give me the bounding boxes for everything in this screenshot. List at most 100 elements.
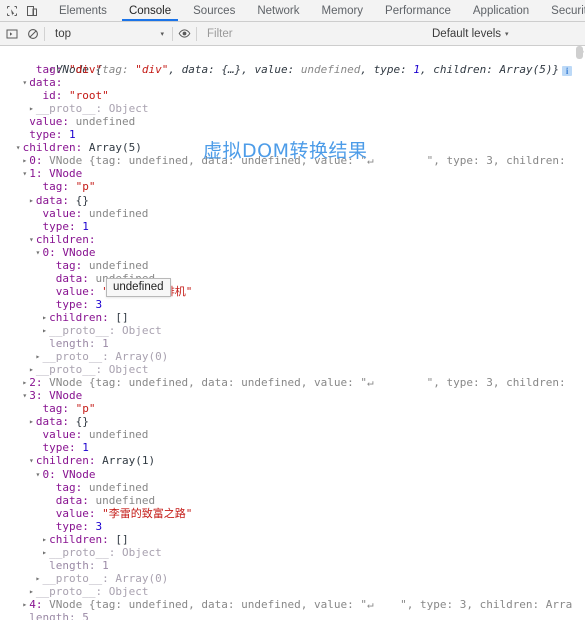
- tab-performance[interactable]: Performance: [374, 0, 462, 21]
- live-expression-eye-icon[interactable]: [178, 27, 191, 40]
- disclosure-triangle-icon[interactable]: ▾: [33, 468, 42, 481]
- tab-network[interactable]: Network: [246, 0, 310, 21]
- console-tree-row[interactable]: data: undefined: [0, 494, 585, 507]
- tree-property-name: __proto__:: [42, 571, 116, 585]
- console-tree-row[interactable]: value: undefined: [0, 428, 585, 441]
- console-tree-row[interactable]: ▸ __proto__: Object: [0, 585, 585, 598]
- console-tree-row[interactable]: length: 1: [0, 559, 585, 572]
- console-output-area[interactable]: ▲ ▾VNode {tag: "div", data: {…}, value: …: [0, 46, 585, 620]
- console-tree-row[interactable]: ▸ data: {}: [0, 194, 585, 207]
- console-tree-row[interactable]: value: undefined: [0, 207, 585, 220]
- console-tree-row[interactable]: ▸ children: []: [0, 533, 585, 546]
- console-tree-row[interactable]: length: 1: [0, 337, 585, 350]
- disclosure-triangle-icon[interactable]: ▾: [27, 454, 36, 467]
- console-tree-row[interactable]: ▸ 2: VNode {tag: undefined, data: undefin…: [0, 376, 585, 389]
- log-levels-label: Default levels: [432, 27, 502, 40]
- console-tree-row[interactable]: value: "韩梅梅的咖啡机": [0, 285, 585, 298]
- log-levels-select[interactable]: Default levels ▾: [432, 28, 512, 40]
- tree-property-value: {}: [75, 415, 89, 429]
- tree-property-name: 0: VNode: [42, 467, 96, 481]
- filter-input[interactable]: Filter: [207, 28, 422, 40]
- console-tree-row[interactable]: value: undefined: [0, 115, 585, 128]
- console-tree-row[interactable]: tag: "p": [0, 180, 585, 193]
- disclosure-triangle-icon[interactable]: ▸: [40, 324, 49, 337]
- console-tree-row[interactable]: length: 5: [0, 611, 585, 620]
- inspect-element-icon[interactable]: [5, 4, 18, 17]
- tree-inline-preview: VNode {tag: undefined, data: undefined, …: [49, 597, 573, 611]
- disclosure-triangle-icon[interactable]: ▾: [14, 141, 23, 154]
- disclosure-triangle-icon[interactable]: ▸: [33, 572, 42, 585]
- console-tree-row[interactable]: ▸ 4: VNode {tag: undefined, data: undefin…: [0, 598, 585, 611]
- console-tree-row[interactable]: ▸ __proto__: Object: [0, 324, 585, 337]
- console-tree-row[interactable]: ▾ 0: VNode: [0, 246, 585, 259]
- filterbar-divider-2: [172, 26, 173, 41]
- disclosure-triangle-icon[interactable]: ▸: [27, 415, 36, 428]
- console-tree-row[interactable]: ▸ __proto__: Object: [0, 102, 585, 115]
- console-tree-row[interactable]: tag: "p": [0, 402, 585, 415]
- console-tree-row[interactable]: value: "李雷的致富之路": [0, 507, 585, 520]
- tab-memory[interactable]: Memory: [311, 0, 375, 21]
- console-log-root[interactable]: ▾ VNode {tag: "div", data: {…}, value: un…: [0, 50, 585, 77]
- tree-property-value: 1: [102, 337, 109, 351]
- console-tree-row[interactable]: type: 3: [0, 520, 585, 533]
- tab-label: Security: [551, 4, 585, 17]
- console-tree-row[interactable]: ▾ 1: VNode: [0, 167, 585, 180]
- console-tree-row[interactable]: ▸ __proto__: Array(0): [0, 572, 585, 585]
- tree-property-name: 1: VNode: [29, 167, 83, 181]
- tab-sources[interactable]: Sources: [182, 0, 246, 21]
- console-tree-row[interactable]: ▾ children:: [0, 233, 585, 246]
- console-tree-row[interactable]: type: 1: [0, 220, 585, 233]
- tab-application[interactable]: Application: [462, 0, 540, 21]
- device-toolbar-icon[interactable]: [25, 4, 38, 17]
- disclosure-triangle-icon[interactable]: ▸: [20, 598, 29, 611]
- disclosure-triangle-icon[interactable]: ▾: [20, 389, 29, 402]
- console-tree-row[interactable]: ▾ 0: VNode: [0, 468, 585, 481]
- console-tree-row[interactable]: ▾ 3: VNode: [0, 389, 585, 402]
- disclosure-triangle-icon[interactable]: ▾: [33, 246, 42, 259]
- console-tree-row[interactable]: tag: undefined: [0, 481, 585, 494]
- disclosure-triangle-icon[interactable]: ▸: [40, 311, 49, 324]
- disclosure-triangle-icon[interactable]: ▸: [40, 546, 49, 559]
- tab-elements[interactable]: Elements: [48, 0, 118, 21]
- disclosure-triangle-icon[interactable]: ▸: [40, 533, 49, 546]
- disclosure-triangle-icon[interactable]: ▸: [20, 154, 29, 167]
- disclosure-triangle-icon[interactable]: ▸: [27, 585, 36, 598]
- console-tree-row[interactable]: ▸ data: {}: [0, 415, 585, 428]
- console-tree-row[interactable]: tag: undefined: [0, 259, 585, 272]
- console-tree-row[interactable]: ▸ __proto__: Object: [0, 363, 585, 376]
- disclosure-triangle-icon[interactable]: ▸: [33, 350, 42, 363]
- console-tree-row[interactable]: id: "root": [0, 89, 585, 102]
- console-tree-row[interactable]: ▸ children: []: [0, 311, 585, 324]
- disclosure-triangle-icon[interactable]: ▸: [27, 102, 36, 115]
- console-tree-row[interactable]: ▾ children: Array(1): [0, 454, 585, 467]
- tree-property-value: 3: [95, 297, 103, 311]
- tree-property-name: id:: [42, 89, 69, 103]
- console-sidebar-icon[interactable]: [5, 27, 18, 40]
- tab-security[interactable]: Security: [540, 0, 585, 21]
- tree-property-value: 5: [82, 611, 89, 620]
- tab-console[interactable]: Console: [118, 0, 182, 21]
- tree-property-value: "root": [68, 89, 109, 103]
- tree-property-value: "div": [68, 63, 103, 77]
- console-tree-row[interactable]: tag: "div": [0, 63, 585, 76]
- tree-property-name: length:: [49, 337, 103, 351]
- console-tree-row[interactable]: ▾ data:: [0, 76, 585, 89]
- console-tree-row[interactable]: ▸ __proto__: Array(0): [0, 350, 585, 363]
- disclosure-triangle-icon[interactable]: ▾: [20, 76, 29, 89]
- console-tree-row[interactable]: data: undefined: [0, 272, 585, 285]
- console-tree-row[interactable]: type: 1: [0, 441, 585, 454]
- console-tree-row[interactable]: ▸ __proto__: Object: [0, 546, 585, 559]
- tree-property-value: "p": [75, 402, 96, 416]
- disclosure-triangle-icon[interactable]: ▸: [27, 194, 36, 207]
- disclosure-triangle-icon[interactable]: ▸: [27, 363, 36, 376]
- clear-console-icon[interactable]: [26, 27, 39, 40]
- execution-context-select[interactable]: top ▾: [50, 28, 167, 40]
- console-tree-row[interactable]: type: 3: [0, 298, 585, 311]
- disclosure-triangle-icon[interactable]: ▸: [20, 376, 29, 389]
- disclosure-triangle-icon[interactable]: ▾: [20, 167, 29, 180]
- disclosure-triangle-icon[interactable]: ▾: [27, 233, 36, 246]
